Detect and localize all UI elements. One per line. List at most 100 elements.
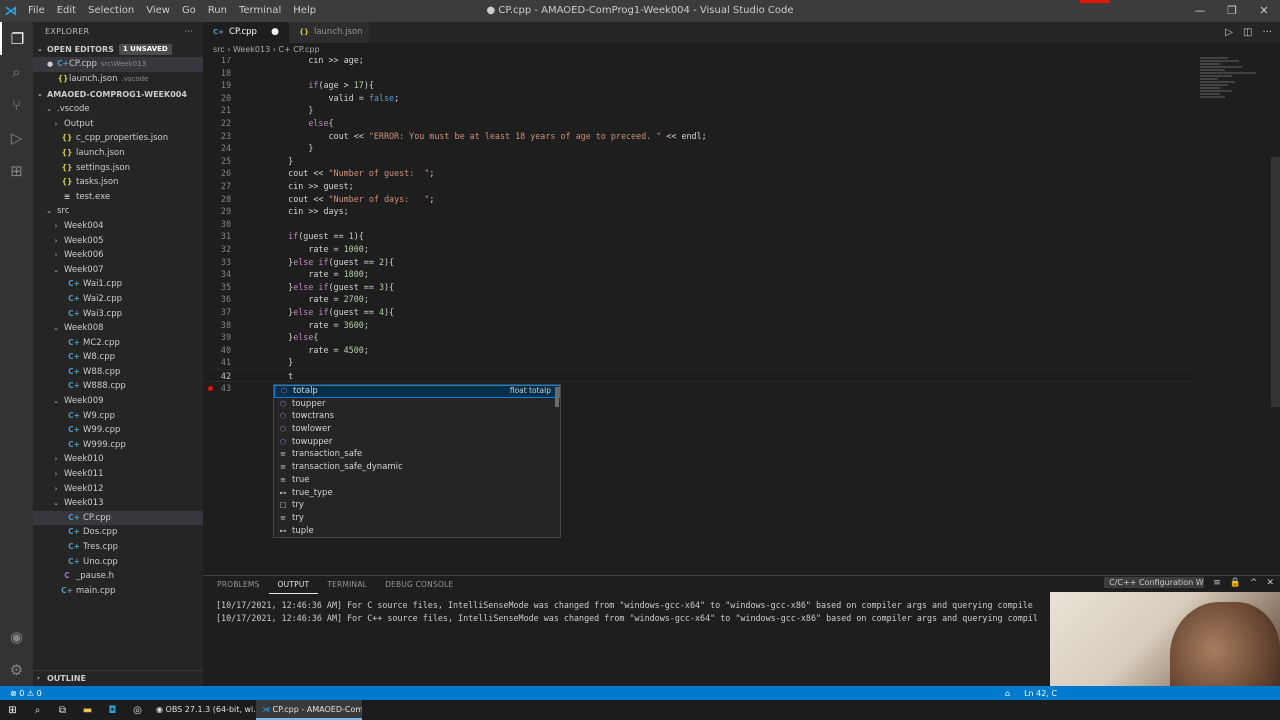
menu-go[interactable]: Go [176, 0, 202, 22]
file-item[interactable]: C+ W9.cpp [33, 409, 203, 424]
file-item[interactable]: C+ W88.cpp [33, 365, 203, 380]
restore-button[interactable]: ❐ [1216, 0, 1248, 22]
code-line[interactable]: 33 }else if(guest == 2){ [203, 256, 1193, 269]
search-icon[interactable]: ⌕ [0, 55, 33, 88]
open-editor-launch-json[interactable]: {} launch.json .vscode [33, 72, 203, 87]
tab-cp-cpp[interactable]: C+ CP.cpp ● [203, 22, 289, 43]
code-line[interactable]: 23 cout << "ERROR: You must be at least … [203, 130, 1193, 143]
more-actions-icon[interactable]: ··· [184, 22, 193, 42]
suggestion-item[interactable]: ⬡ towlower [274, 423, 560, 436]
problems-indicator[interactable]: ⊗ 0 ⚠ 0 [10, 689, 42, 698]
settings-gear-icon[interactable]: ⚙ [0, 653, 33, 686]
code-line[interactable]: 24 } [203, 142, 1193, 155]
code-line[interactable]: 25 } [203, 155, 1193, 168]
folder-item[interactable]: ⌄ src [33, 204, 203, 219]
code-line[interactable]: 32 rate = 1000; [203, 243, 1193, 256]
file-item[interactable]: C+ W99.cpp [33, 423, 203, 438]
file-item[interactable]: C+ main.cpp [33, 584, 203, 599]
windows-start-icon[interactable]: ⊞ [0, 705, 25, 716]
notification-bell-icon[interactable]: ⌂ [1005, 689, 1010, 698]
code-line[interactable]: 37 }else if(guest == 4){ [203, 306, 1193, 319]
folder-item[interactable]: › Output [33, 117, 203, 132]
run-debug-icon[interactable]: ▷ [0, 121, 33, 154]
folder-item[interactable]: › Week006 [33, 248, 203, 263]
suggestion-item[interactable]: ⬡ towctrans [274, 410, 560, 423]
code-line[interactable]: 35 }else if(guest == 3){ [203, 281, 1193, 294]
file-item[interactable]: {} tasks.json [33, 175, 203, 190]
suggestion-item[interactable]: ≡ true [274, 474, 560, 487]
file-item[interactable]: {} settings.json [33, 161, 203, 176]
minimap[interactable] [1200, 57, 1270, 117]
file-item[interactable]: C+ W888.cpp [33, 379, 203, 394]
explorer-icon[interactable]: ❐ [0, 22, 33, 55]
source-control-icon[interactable]: ⑂ [0, 88, 33, 121]
folder-item[interactable]: › Week012 [33, 482, 203, 497]
dirty-dot-icon[interactable]: ● [271, 22, 279, 43]
folder-item[interactable]: ⌄ Week007 [33, 263, 203, 278]
tab-debug-console[interactable]: DEBUG CONSOLE [376, 576, 462, 594]
suggestion-item[interactable]: ≡ transaction_safe [274, 448, 560, 461]
workspace-section[interactable]: ⌄ AMAOED-COMPROG1-WEEK004 [33, 87, 203, 102]
suggestion-item[interactable]: □ try [274, 499, 560, 512]
code-line[interactable]: 26 cout << "Number of guest: "; [203, 167, 1193, 180]
close-button[interactable]: ✕ [1248, 0, 1280, 22]
open-editors-section[interactable]: ⌄ OPEN EDITORS 1 UNSAVED [33, 42, 203, 57]
more-actions-icon[interactable]: ··· [1262, 22, 1272, 43]
file-item[interactable]: {} launch.json [33, 146, 203, 161]
file-item[interactable]: C+ W8.cpp [33, 350, 203, 365]
file-item[interactable]: {} c_cpp_properties.json [33, 131, 203, 146]
folder-item[interactable]: ⌄ .vscode [33, 102, 203, 117]
task-view-icon[interactable]: ⧉ [50, 705, 75, 716]
editor-scrollbar[interactable] [1271, 157, 1280, 407]
run-code-icon[interactable]: ▷ [1225, 22, 1233, 43]
file-item[interactable]: C+ Uno.cpp [33, 555, 203, 570]
file-item[interactable]: C+ CP.cpp [33, 510, 203, 526]
folder-item[interactable]: › Week005 [33, 234, 203, 249]
tab-terminal[interactable]: TERMINAL [318, 576, 376, 594]
file-item[interactable]: C+ Wai1.cpp [33, 277, 203, 292]
file-item[interactable]: C+ W999.cpp [33, 438, 203, 453]
open-editor-cp-cpp[interactable]: ● C+ CP.cpp src\Week013 [33, 57, 203, 72]
suggestion-item[interactable]: ⊷ tuple [274, 525, 560, 538]
minimize-button[interactable]: — [1184, 0, 1216, 22]
suggestion-item[interactable]: ⬡ totalp float totalp [274, 385, 560, 398]
search-icon[interactable]: ⌕ [25, 705, 50, 716]
taskbar-app-obs[interactable]: ◉ OBS 27.1.3 (64-bit, wi... [150, 700, 256, 720]
code-line[interactable]: 31 if(guest == 1){ [203, 230, 1193, 243]
code-line[interactable]: 28 cout << "Number of days: "; [203, 193, 1193, 206]
file-item[interactable]: C _pause.h [33, 569, 203, 584]
code-line[interactable]: 27 cin >> guest; [203, 180, 1193, 193]
breadcrumb[interactable]: src › Week013 › C+ CP.cpp [203, 43, 320, 57]
code-line[interactable]: 29 cin >> days; [203, 205, 1193, 218]
maximize-panel-icon[interactable]: ^ [1250, 578, 1258, 588]
suggestion-item[interactable]: ⬡ toupper [274, 398, 560, 411]
suggestion-item[interactable]: ≡ try [274, 512, 560, 525]
file-item[interactable]: C+ Wai3.cpp [33, 307, 203, 322]
file-item[interactable]: C+ Dos.cpp [33, 525, 203, 540]
code-line[interactable]: 39 }else{ [203, 331, 1193, 344]
code-line[interactable]: 20 valid = false; [203, 92, 1193, 105]
tab-output[interactable]: OUTPUT [268, 576, 319, 594]
folder-item[interactable]: ⌄ Week013 [33, 496, 203, 511]
folder-item[interactable]: ⌄ Week009 [33, 394, 203, 409]
code-line[interactable]: 19 if(age > 17){ [203, 79, 1193, 92]
file-explorer-icon[interactable]: ▬ [75, 705, 100, 716]
suggestion-item[interactable]: ≡ transaction_safe_dynamic [274, 461, 560, 474]
menu-edit[interactable]: Edit [51, 0, 82, 22]
file-item[interactable]: C+ Tres.cpp [33, 540, 203, 555]
menu-help[interactable]: Help [287, 0, 322, 22]
code-line[interactable]: 38 rate = 3600; [203, 319, 1193, 332]
file-item[interactable]: C+ Wai2.cpp [33, 292, 203, 307]
menu-file[interactable]: File [22, 0, 51, 22]
close-panel-icon[interactable]: ✕ [1266, 578, 1274, 588]
outline-section[interactable]: › OUTLINE [33, 670, 203, 686]
code-line[interactable]: 36 rate = 2700; [203, 293, 1193, 306]
cursor-position[interactable]: Ln 42, C [1024, 689, 1057, 698]
code-line[interactable]: 18 [203, 67, 1193, 80]
code-line[interactable]: 40 rate = 4500; [203, 344, 1193, 357]
menu-terminal[interactable]: Terminal [233, 0, 287, 22]
suggestion-scrollbar[interactable] [555, 387, 559, 407]
extensions-icon[interactable]: ⊞ [0, 154, 33, 187]
code-line[interactable]: 42 t [203, 369, 1193, 382]
dirty-dot-icon[interactable]: ● [47, 57, 57, 72]
